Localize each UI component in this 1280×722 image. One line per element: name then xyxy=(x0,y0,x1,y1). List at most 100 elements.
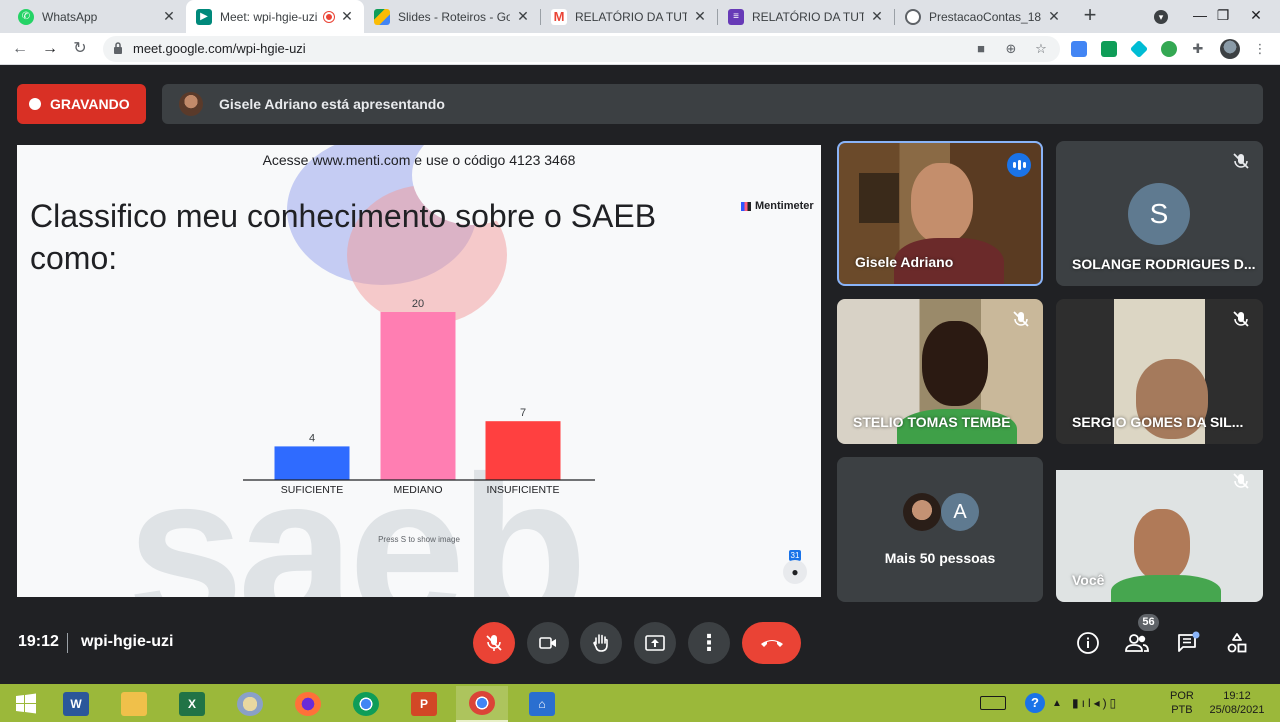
new-tab-button[interactable]: + xyxy=(1078,4,1102,28)
taskbar-paint[interactable] xyxy=(224,686,276,722)
taskbar-powerpoint[interactable]: P xyxy=(398,686,450,722)
record-dot-icon xyxy=(29,98,41,110)
present-now-button[interactable] xyxy=(634,622,676,664)
address-bar[interactable]: meet.google.com/wpi-hgie-uzi ■ ⊕ ☆ xyxy=(103,36,1060,62)
recording-badge[interactable]: GRAVANDO xyxy=(17,84,146,124)
keyboard-icon[interactable] xyxy=(980,684,1006,722)
meet-icon: ▶ xyxy=(196,8,212,25)
system-clock[interactable]: 19:12 25/08/2021 xyxy=(1206,684,1268,722)
back-button[interactable]: ← xyxy=(8,37,32,61)
mic-off-icon xyxy=(1233,153,1249,169)
self-view-tile[interactable]: Você xyxy=(1056,457,1263,602)
network-icon: ▮ xyxy=(1072,696,1082,710)
camera-icon[interactable]: ■ xyxy=(973,41,989,57)
extension-icon[interactable] xyxy=(1101,41,1117,57)
participant-tile[interactable]: STELIO TOMAS TEMBE xyxy=(837,299,1043,444)
taskbar-excel[interactable]: X xyxy=(166,686,218,722)
hang-up-icon xyxy=(760,640,783,647)
taskbar-firefox[interactable] xyxy=(282,686,334,722)
extension-icon[interactable] xyxy=(1161,41,1177,57)
taskbar-explorer[interactable] xyxy=(108,686,160,722)
extension-icon[interactable] xyxy=(1129,39,1149,59)
bar-insuficiente xyxy=(485,421,561,480)
mic-off-icon xyxy=(1013,311,1029,327)
tab-prestacao[interactable]: PrestacaoContas_1850 ✕ xyxy=(895,0,1071,33)
raise-hand-button[interactable] xyxy=(580,622,622,664)
video-person xyxy=(922,321,988,406)
leave-call-button[interactable] xyxy=(742,622,801,664)
tab-search-button[interactable]: ▾ xyxy=(1141,0,1181,33)
mentimeter-logo: Mentimeter xyxy=(741,200,814,212)
menti-instruction: Acesse www.menti.com e use o código 4123… xyxy=(262,152,576,168)
participant-name: STELIO TOMAS TEMBE xyxy=(853,414,1011,430)
recording-indicator-icon xyxy=(324,11,334,22)
tab-title: Slides - Roteiros - Goog xyxy=(398,9,510,24)
tab-gmail[interactable]: M RELATÓRIO DA TUTORI ✕ xyxy=(541,0,717,33)
participant-tile[interactable]: S SOLANGE RODRIGUES D... xyxy=(1056,141,1263,286)
close-icon[interactable]: ✕ xyxy=(516,8,530,25)
category-label: SUFICIENTE xyxy=(281,484,343,495)
chevron-up-icon[interactable]: ▲ xyxy=(1052,684,1062,722)
forms-icon: ≡ xyxy=(728,8,744,25)
zoom-icon[interactable]: ⊕ xyxy=(1003,41,1019,57)
activities-button[interactable] xyxy=(1222,628,1252,658)
meeting-time: 19:12 xyxy=(18,633,59,650)
people-button[interactable] xyxy=(1122,628,1152,658)
participant-name: Você xyxy=(1072,572,1105,588)
close-icon[interactable]: ✕ xyxy=(693,8,707,25)
taskbar-word[interactable]: W xyxy=(50,686,102,722)
puzzle-icon[interactable]: ✚ xyxy=(1190,41,1206,57)
more-options-button[interactable]: ⋮ xyxy=(688,622,730,664)
windows-logo-icon xyxy=(16,693,36,714)
taskbar-scanner[interactable]: ⌂ xyxy=(516,686,568,722)
tab-slides[interactable]: Slides - Roteiros - Goog ✕ xyxy=(364,0,540,33)
profile-avatar[interactable] xyxy=(1220,39,1240,59)
translate-extension-icon[interactable] xyxy=(1071,41,1087,57)
camera-toggle-button[interactable] xyxy=(527,622,569,664)
bar-value-label: 4 xyxy=(309,432,315,444)
avatar xyxy=(179,92,203,116)
taskbar-chrome-active[interactable] xyxy=(456,686,508,722)
taskbar-chrome[interactable] xyxy=(340,686,392,722)
chat-icon xyxy=(1178,631,1200,652)
bar-value-label: 7 xyxy=(520,407,526,419)
presenting-label: Gisele Adriano está apresentando xyxy=(219,96,445,112)
folder-icon xyxy=(121,692,147,716)
address-toolbar: ← → ↻ meet.google.com/wpi-hgie-uzi ■ ⊕ ☆… xyxy=(0,33,1280,65)
participant-tile[interactable]: SERGIO GOMES DA SIL... xyxy=(1056,299,1263,444)
presented-slide: saeb Acesse www.menti.com e use o código… xyxy=(17,145,821,597)
more-vert-icon[interactable]: ⋮ xyxy=(1252,41,1268,57)
present-screen-icon xyxy=(645,635,665,651)
microphone-toggle-button[interactable] xyxy=(473,622,515,664)
chat-button[interactable] xyxy=(1173,628,1203,658)
forward-button[interactable]: → xyxy=(38,37,62,61)
star-icon[interactable]: ☆ xyxy=(1033,41,1049,57)
tab-meet[interactable]: ▶ Meet: wpi-hgie-uzi ✕ xyxy=(186,0,364,33)
participant-tile[interactable]: Gisele Adriano xyxy=(837,141,1043,286)
tab-title: RELATÓRIO DA TUTORI xyxy=(575,9,687,24)
tab-forms[interactable]: ≡ RELATÓRIO DA TUTOR ✕ xyxy=(718,0,894,33)
close-icon[interactable]: ✕ xyxy=(1047,8,1061,25)
mic-off-icon xyxy=(1233,473,1249,489)
close-window-button[interactable]: ✕ xyxy=(1236,0,1276,33)
tab-whatsapp[interactable]: ✆ WhatsApp ✕ xyxy=(8,0,186,33)
help-icon[interactable]: ? xyxy=(1025,684,1045,722)
globe-icon xyxy=(905,8,921,25)
close-icon[interactable]: ✕ xyxy=(162,8,176,25)
reload-button[interactable]: ↻ xyxy=(68,37,92,61)
start-button[interactable] xyxy=(0,686,52,722)
bar-value-label: 20 xyxy=(412,298,424,310)
bar-suficiente xyxy=(274,446,350,480)
excel-icon: X xyxy=(179,692,205,716)
wifi-icon: ıl xyxy=(1081,696,1094,710)
slide-question: Classifico meu conhecimento sobre o SAEB… xyxy=(30,198,657,276)
language-top: POR xyxy=(1170,690,1194,702)
meeting-details-button[interactable] xyxy=(1073,628,1103,658)
word-icon: W xyxy=(63,692,89,716)
close-icon[interactable]: ✕ xyxy=(340,8,354,25)
language-indicator[interactable]: POR PTB xyxy=(1170,684,1194,722)
close-icon[interactable]: ✕ xyxy=(870,8,884,25)
more-participants-tile[interactable]: A Mais 50 pessoas xyxy=(837,457,1043,602)
meeting-code: wpi-hgie-uzi xyxy=(81,633,174,650)
system-tray-icons[interactable]: ▮ ıl ◂) ▯ xyxy=(1072,684,1119,722)
